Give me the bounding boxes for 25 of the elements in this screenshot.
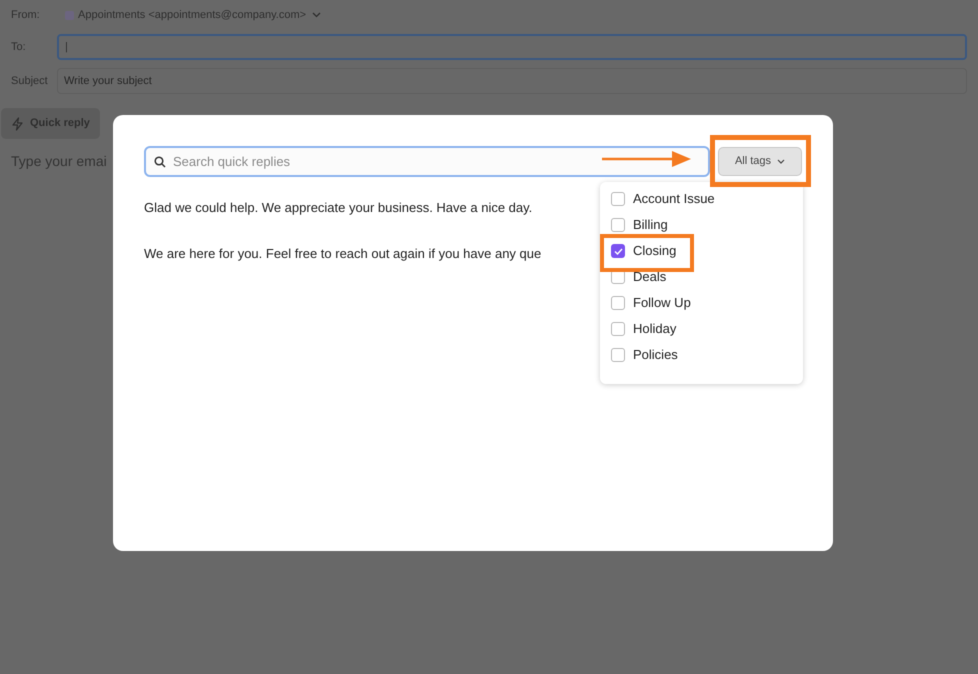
search-icon xyxy=(154,156,166,168)
checkbox[interactable] xyxy=(611,296,625,310)
chevron-down-icon xyxy=(312,12,322,18)
all-tags-button[interactable]: All tags xyxy=(718,147,802,176)
checkbox[interactable] xyxy=(611,218,625,232)
checkbox[interactable] xyxy=(611,192,625,206)
tag-label[interactable]: Holiday xyxy=(633,319,676,339)
from-label: From: xyxy=(11,8,41,23)
chevron-down-icon xyxy=(777,159,786,164)
checkbox[interactable] xyxy=(611,348,625,362)
checkbox[interactable] xyxy=(611,244,625,258)
tag-label[interactable]: Billing xyxy=(633,215,668,235)
tag-label[interactable]: Account Issue xyxy=(633,189,715,209)
tag-label[interactable]: Policies xyxy=(633,345,678,365)
checkmark-icon xyxy=(614,248,622,254)
checkbox[interactable] xyxy=(611,322,625,336)
tag-label[interactable]: Follow Up xyxy=(633,293,691,313)
search-field[interactable]: Search quick replies xyxy=(144,146,710,177)
quick-reply-text[interactable]: We are here for you. Feel free to reach out again if you have any que xyxy=(144,244,542,263)
tag-label[interactable]: Closing xyxy=(633,241,676,261)
sender-color-icon xyxy=(65,10,74,20)
to-label: To: xyxy=(11,40,27,55)
quick-reply-text[interactable]: Glad we could help. We appreciate your business. Have a nice day. xyxy=(144,198,532,218)
lightning-icon xyxy=(11,116,24,130)
subject-label: Subject xyxy=(11,74,49,89)
